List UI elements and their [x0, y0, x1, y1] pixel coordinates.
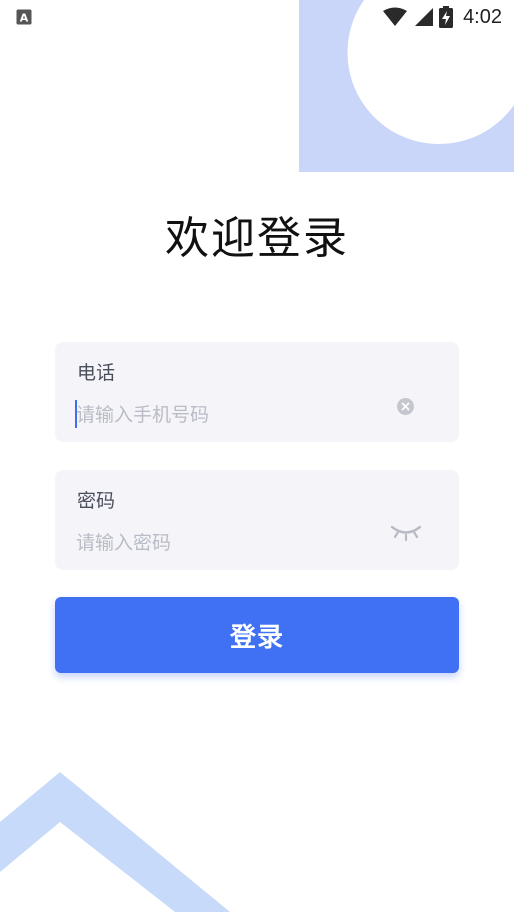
eye-closed-icon[interactable]	[390, 524, 422, 542]
phone-field-label: 电话	[77, 362, 116, 384]
status-bar: A 4:02	[0, 0, 514, 34]
phone-input[interactable]	[76, 400, 376, 430]
status-time: 4:02	[463, 5, 502, 28]
battery-charging-icon	[439, 6, 454, 28]
password-input[interactable]	[76, 528, 376, 558]
clear-circle-icon[interactable]	[397, 398, 414, 415]
status-right: 4:02	[383, 6, 502, 29]
password-field-label: 密码	[77, 490, 116, 512]
status-left: A	[16, 9, 32, 25]
login-button[interactable]: 登录	[55, 597, 459, 673]
a-square-icon: A	[16, 9, 32, 25]
wifi-icon	[383, 7, 408, 26]
page-title: 欢迎登录	[165, 213, 349, 264]
svg-text:A: A	[20, 12, 29, 25]
password-field[interactable]: 密码	[55, 470, 459, 570]
cellular-signal-icon	[415, 8, 434, 26]
decorative-chevron	[0, 772, 230, 912]
phone-field[interactable]: 电话	[55, 342, 459, 442]
